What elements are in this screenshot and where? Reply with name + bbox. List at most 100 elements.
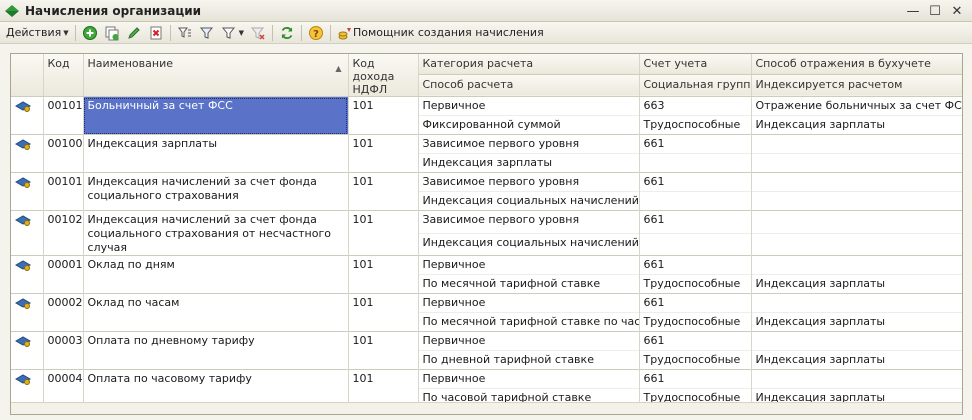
- code-cell: 00101: [43, 96, 84, 135]
- code-cell: 00101: [43, 172, 84, 211]
- header-indexed-by[interactable]: Индексируется расчетом: [751, 74, 962, 98]
- account-cell: 661: [639, 210, 752, 233]
- close-button[interactable]: ✕: [946, 2, 968, 20]
- filter-button[interactable]: [174, 24, 196, 42]
- row-type-cell: [11, 255, 44, 294]
- table-row[interactable]: 00101 Больничный за счет ФСС 101 Первичн…: [11, 96, 962, 135]
- income-code-cell: 101: [348, 293, 419, 332]
- row-type-cell: [11, 172, 44, 211]
- reflection-cell: [751, 210, 962, 233]
- social-group-cell: Трудоспособные: [639, 350, 752, 370]
- table-row[interactable]: 00003 Оплата по дневному тарифу 101 Перв…: [11, 331, 962, 370]
- calc-category-cell: Первичное: [418, 369, 640, 389]
- edit-button[interactable]: [123, 24, 145, 42]
- reflection-cell: [751, 255, 962, 275]
- filter-history-button[interactable]: ▼: [218, 24, 247, 42]
- wizard-label: Помощник создания начисления: [353, 26, 544, 39]
- reflection-cell: [751, 172, 962, 192]
- indexed-by-cell: Индексация зарплаты: [751, 274, 962, 294]
- indexed-by-cell: [751, 191, 962, 211]
- add-button[interactable]: [79, 24, 101, 42]
- help-button[interactable]: ?: [305, 24, 327, 42]
- indexed-by-cell: Индексация зарплаты: [751, 350, 962, 370]
- header-code[interactable]: Код: [43, 54, 84, 97]
- accrual-type-icon: [15, 298, 31, 309]
- accrual-wizard-button[interactable]: Помощник создания начисления: [334, 24, 547, 42]
- row-type-cell: [11, 331, 44, 370]
- header-calc-category[interactable]: Категория расчета: [418, 54, 640, 75]
- header-name-label: Наименование: [87, 57, 173, 70]
- accrual-type-icon: [15, 101, 31, 112]
- table-row[interactable]: 00102 Индексация начислений за счет фонд…: [11, 210, 962, 256]
- row-type-cell: [11, 134, 44, 173]
- header-account[interactable]: Счет учета: [639, 54, 752, 75]
- minimize-button[interactable]: —: [902, 2, 924, 20]
- calc-method-cell: По месячной тарифной ставке: [418, 274, 640, 294]
- account-cell: 661: [639, 369, 752, 389]
- reflection-cell: [751, 331, 962, 351]
- income-code-cell: 101: [348, 331, 419, 370]
- indexed-by-cell: [751, 153, 962, 173]
- indexed-by-cell: [751, 232, 962, 256]
- accrual-type-icon: [15, 374, 31, 385]
- help-icon: ?: [309, 25, 323, 40]
- name-cell: Больничный за счет ФСС: [83, 96, 349, 135]
- actions-menu-button[interactable]: Действия ▼: [3, 24, 72, 42]
- horizontal-scrollbar[interactable]: [11, 402, 962, 414]
- table-row[interactable]: 00002 Оклад по часам 101 Первичное 661: [11, 293, 962, 332]
- accrual-type-icon: [15, 336, 31, 347]
- income-code-cell: 101: [348, 134, 419, 173]
- code-cell: 00001: [43, 255, 84, 294]
- income-code-cell: 101: [348, 255, 419, 294]
- code-cell: 00100: [43, 134, 84, 173]
- accrual-type-icon: [15, 215, 31, 226]
- social-group-cell: Трудоспособные: [639, 115, 752, 135]
- income-code-cell: 101: [348, 96, 419, 135]
- actions-label: Действия: [6, 26, 62, 39]
- header-name[interactable]: Наименование ▲: [83, 54, 349, 97]
- quick-filter-button[interactable]: [196, 24, 218, 42]
- calc-method-cell: По дневной тарифной ставке: [418, 350, 640, 370]
- toolbar-separator: [272, 24, 273, 41]
- indexed-by-cell: Индексация зарплаты: [751, 115, 962, 135]
- table-row[interactable]: 00101 Индексация начислений за счет фонд…: [11, 172, 962, 211]
- toolbar-separator: [330, 24, 331, 41]
- code-cell: 00003: [43, 331, 84, 370]
- copy-icon: [105, 26, 119, 40]
- refresh-button[interactable]: [276, 24, 298, 42]
- clear-filter-button[interactable]: [247, 24, 269, 42]
- accruals-table: Код Наименование ▲ Код дохода НДФЛ Катег…: [10, 53, 963, 415]
- table-row[interactable]: 00100 Индексация зарплаты 101 Зависимое …: [11, 134, 962, 173]
- maximize-button[interactable]: ☐: [924, 2, 946, 20]
- header-reflection[interactable]: Способ отражения в бухучете: [751, 54, 962, 75]
- header-income-code[interactable]: Код дохода НДФЛ: [348, 54, 419, 97]
- chevron-down-icon: ▼: [238, 28, 244, 37]
- income-code-cell: 101: [348, 172, 419, 211]
- code-cell: 00002: [43, 293, 84, 332]
- wizard-coins-icon: [338, 27, 351, 39]
- reflection-cell: [751, 369, 962, 389]
- add-icon: [82, 25, 97, 40]
- chevron-down-icon: ▼: [63, 28, 69, 37]
- header-calc-method[interactable]: Способ расчета: [418, 74, 640, 98]
- account-cell: 661: [639, 331, 752, 351]
- delete-button[interactable]: [145, 24, 167, 42]
- calc-category-cell: Первичное: [418, 96, 640, 116]
- toolbar-separator: [301, 24, 302, 41]
- accrual-type-icon: [15, 260, 31, 271]
- refresh-icon: [281, 26, 293, 39]
- table-row[interactable]: 00001 Оклад по дням 101 Первичное 661: [11, 255, 962, 294]
- header-icon-column: [11, 54, 44, 97]
- calc-method-cell: Индексация социальных начислений: [418, 191, 640, 211]
- header-social-group[interactable]: Социальная группа: [639, 74, 752, 98]
- delete-icon: [150, 26, 162, 39]
- copy-button[interactable]: [101, 24, 123, 42]
- accrual-type-icon: [15, 139, 31, 150]
- social-group-cell: [639, 191, 752, 211]
- toolbar: Действия ▼ ▼ ? Помощник создания начисле…: [0, 22, 972, 44]
- row-type-cell: [11, 293, 44, 332]
- accrual-type-icon: [15, 177, 31, 188]
- reflection-cell: [751, 293, 962, 313]
- calc-category-cell: Зависимое первого уровня: [418, 172, 640, 192]
- table-row[interactable]: 00004 Оплата по часовому тарифу 101 Перв…: [11, 369, 962, 408]
